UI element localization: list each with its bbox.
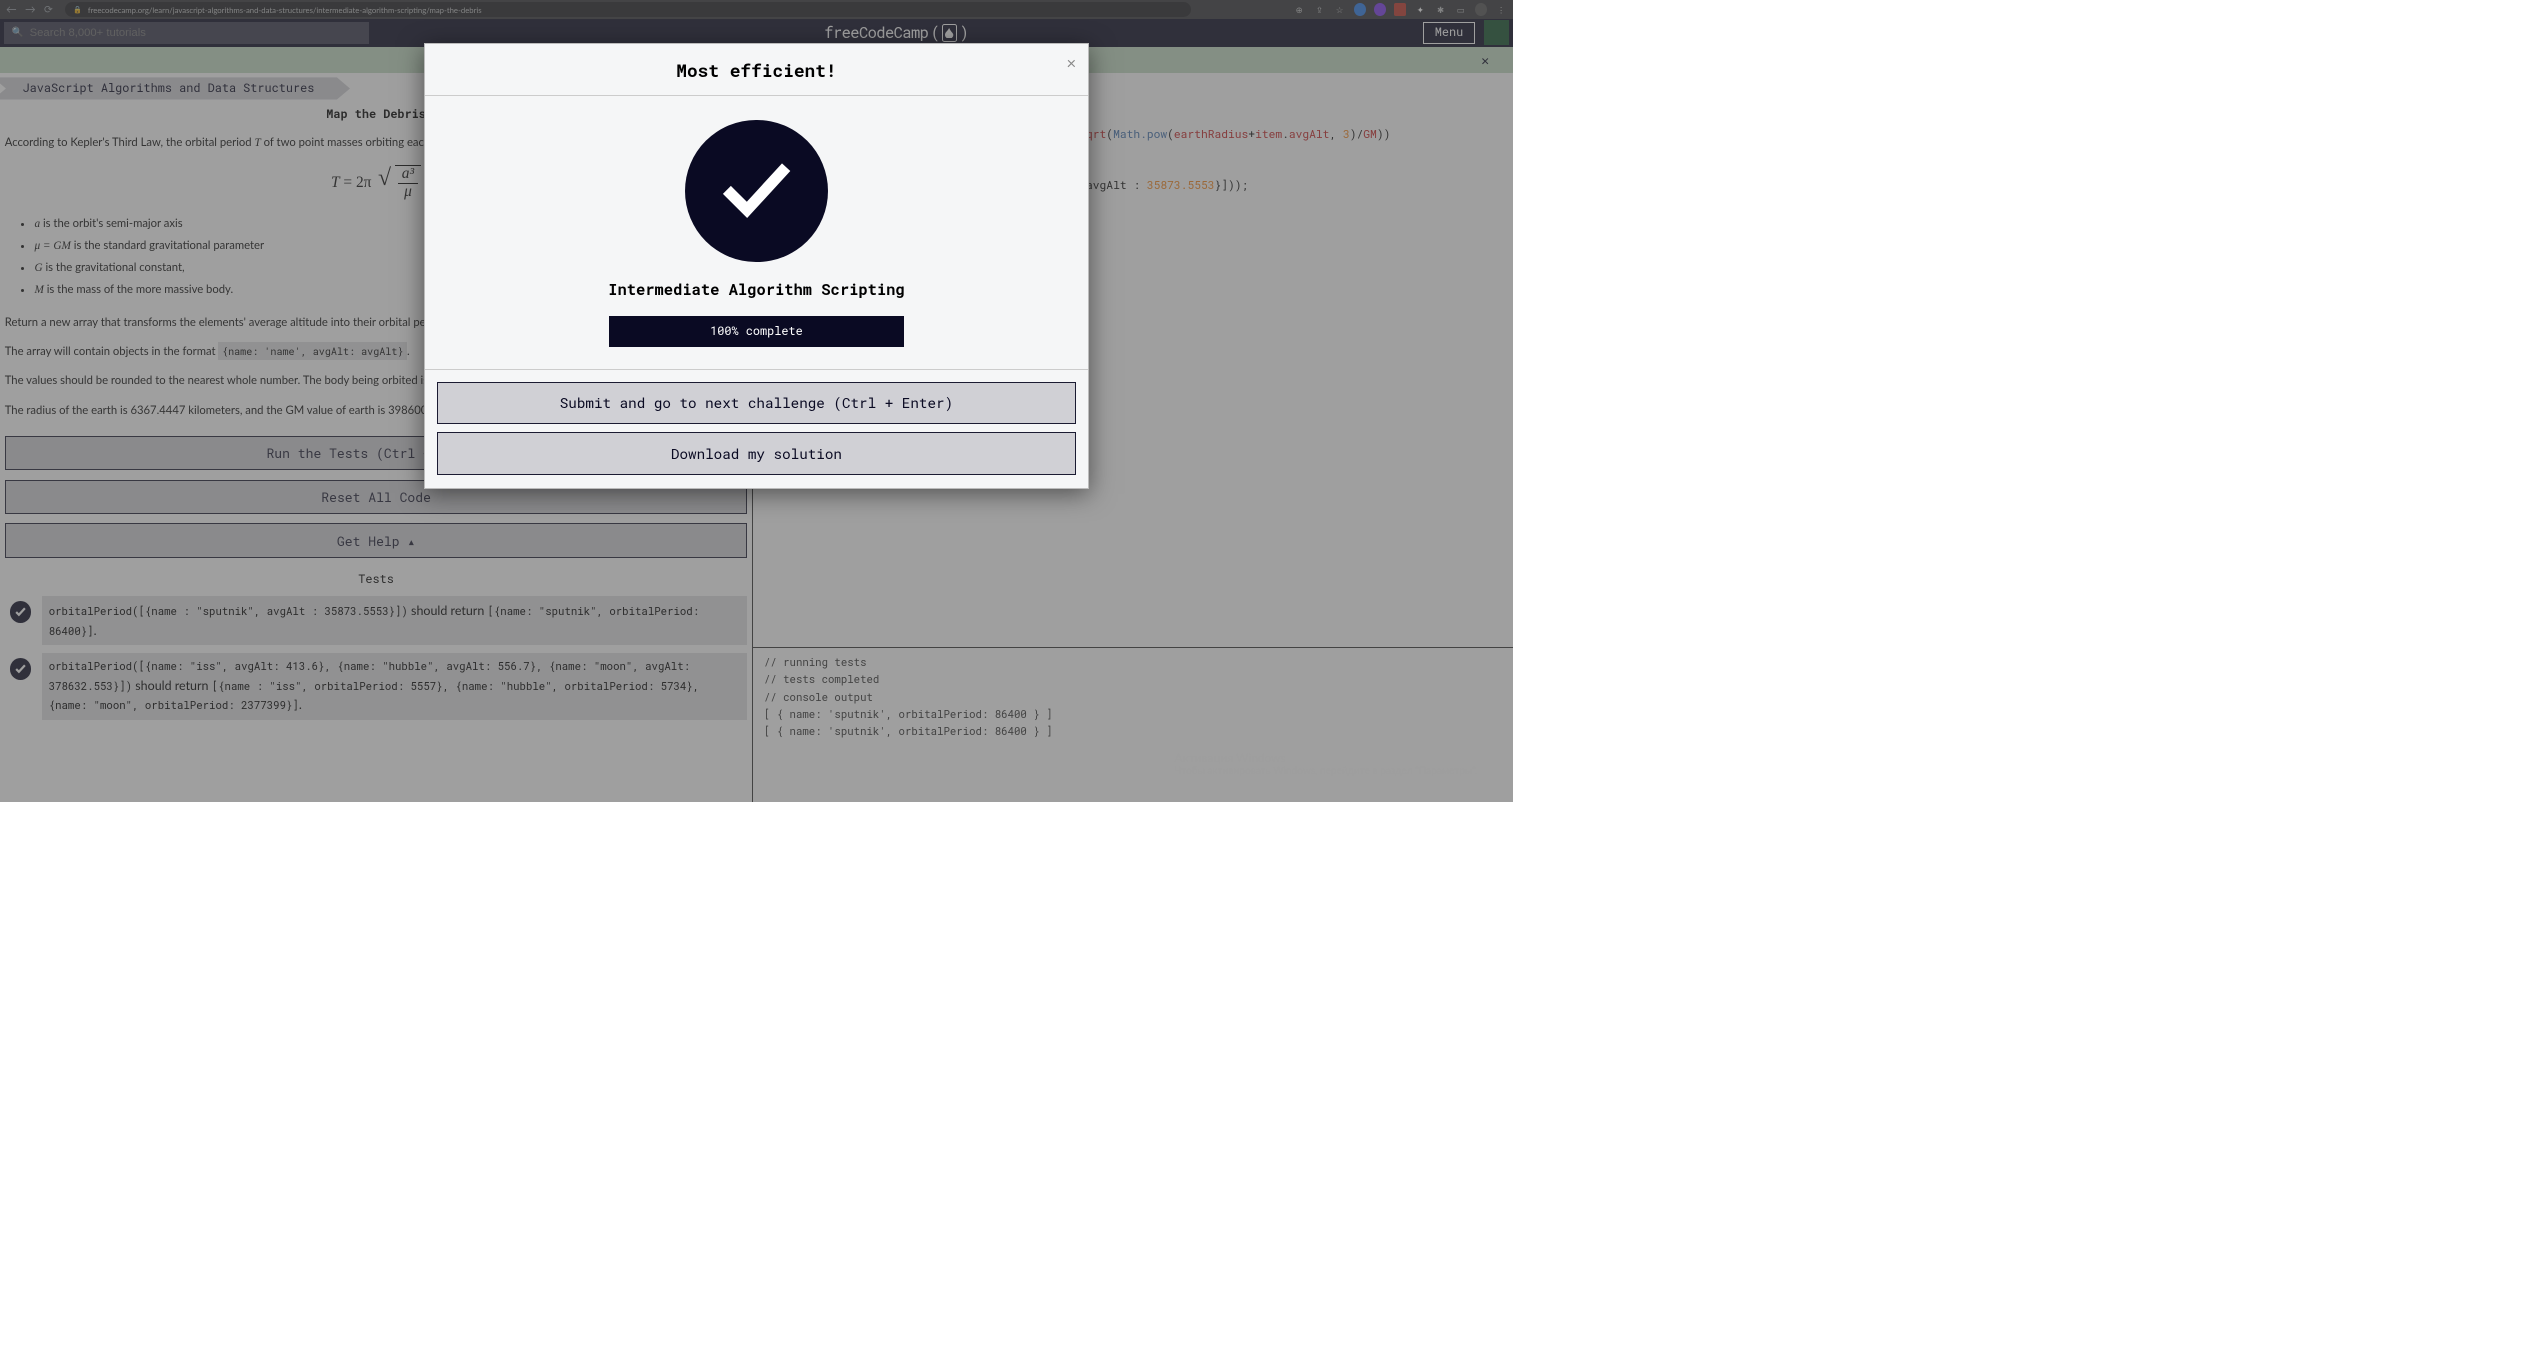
big-check-icon xyxy=(685,120,828,263)
completion-modal: Most efficient! × Intermediate Algorithm… xyxy=(424,43,1089,489)
close-icon[interactable]: × xyxy=(1067,53,1077,73)
windows-watermark: Активация Windows Чтобы активировать Win… xyxy=(1175,750,1478,779)
submit-next-button[interactable]: Submit and go to next challenge (Ctrl + … xyxy=(437,382,1077,424)
progress-bar: 100% complete xyxy=(609,316,905,348)
download-solution-button[interactable]: Download my solution xyxy=(437,432,1077,474)
modal-title: Most efficient! xyxy=(425,44,1088,96)
modal-overlay[interactable]: Most efficient! × Intermediate Algorithm… xyxy=(0,0,1513,802)
modal-section-label: Intermediate Algorithm Scripting xyxy=(425,280,1088,300)
